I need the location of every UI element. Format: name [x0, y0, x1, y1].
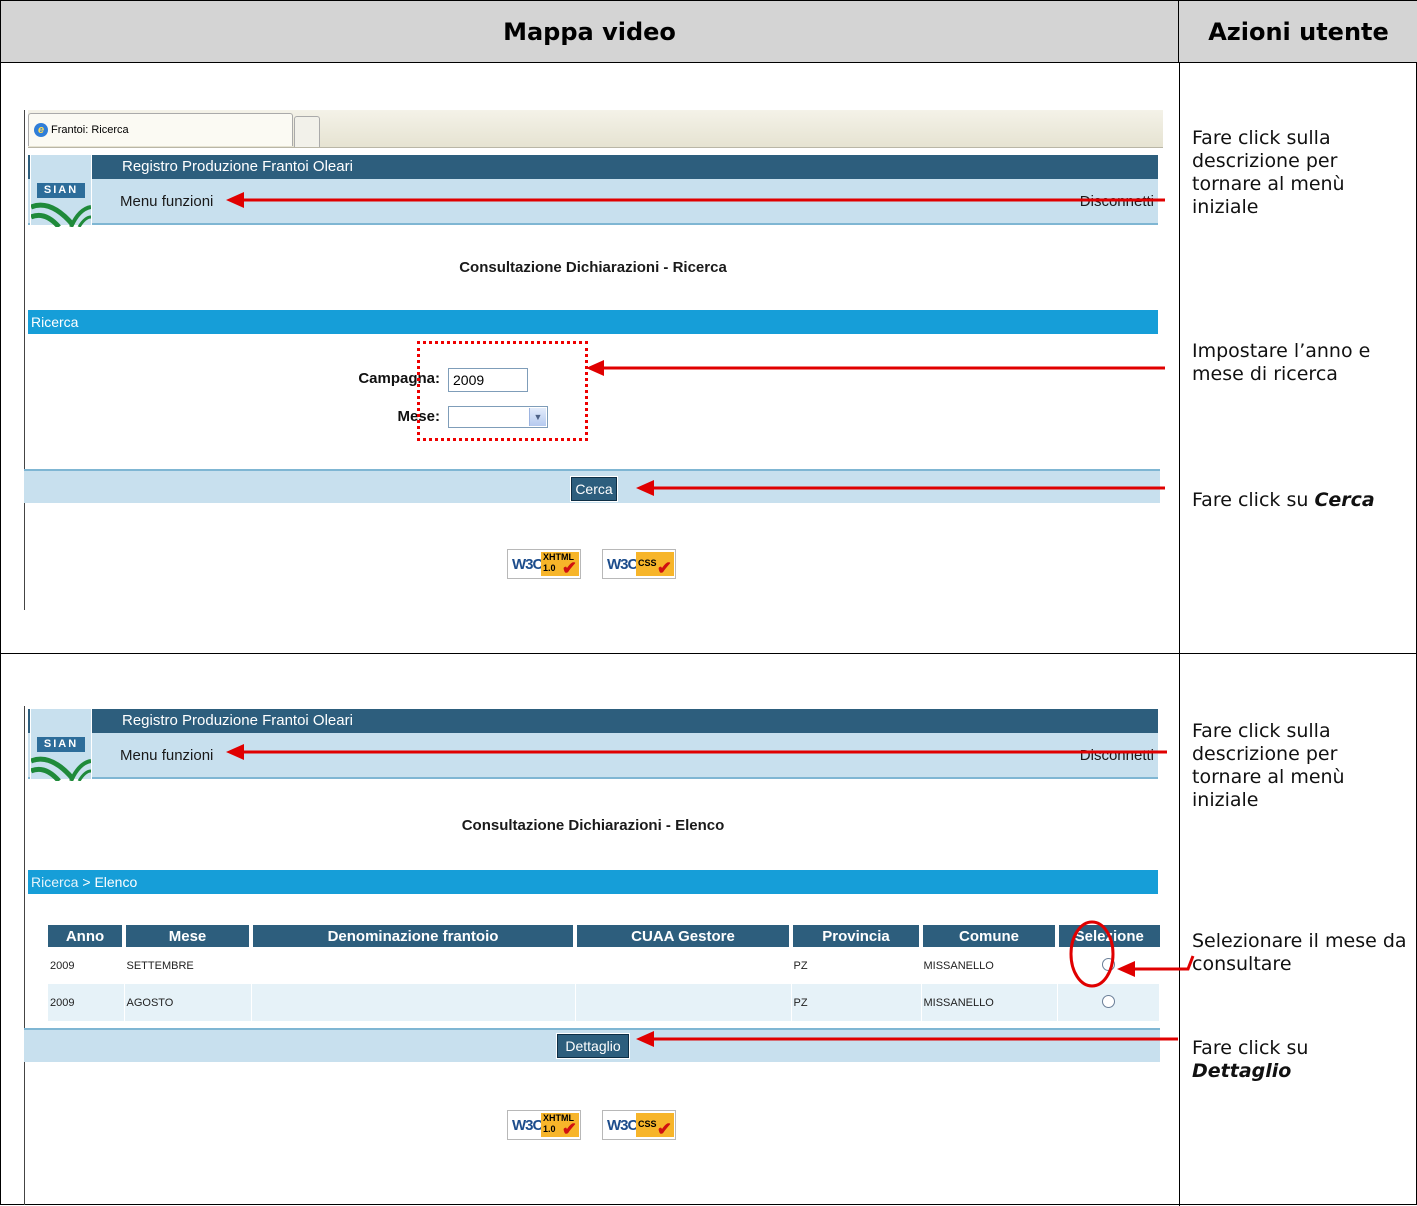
arrow-to-search-button: [636, 480, 1165, 496]
arrow-to-menu-link-1: [226, 192, 1165, 208]
arrow-to-selection-radio: [1117, 955, 1195, 977]
selection-ellipse: [1069, 920, 1115, 988]
annotation-arrows: [226, 192, 1195, 1047]
arrow-to-menu-link-2: [226, 744, 1167, 760]
arrow-to-search-fields: [586, 360, 1165, 376]
arrow-to-detail-button: [636, 1031, 1178, 1047]
